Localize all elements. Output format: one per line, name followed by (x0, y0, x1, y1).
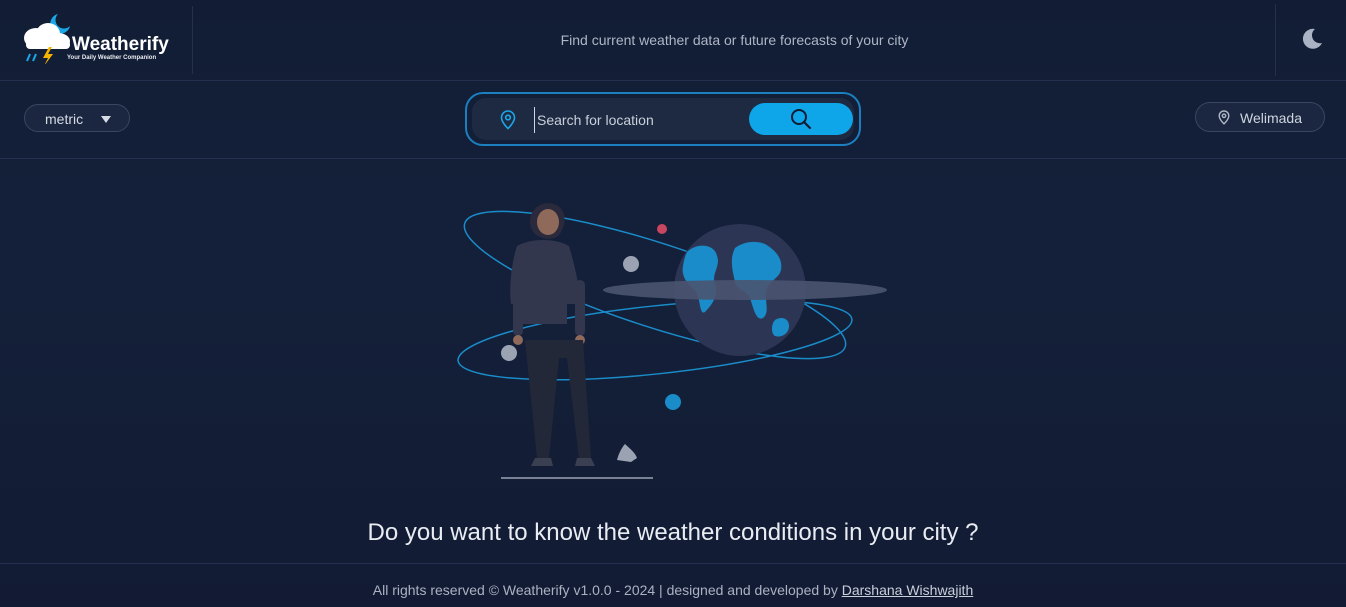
person-globe-illustration (457, 203, 887, 479)
header: Weatherify Your Daily Weather Companion … (0, 0, 1346, 81)
location-pin-icon (1218, 110, 1230, 125)
theme-toggle[interactable] (1275, 4, 1346, 76)
author-link[interactable]: Darshana Wishwajith (842, 582, 974, 598)
header-tagline: Find current weather data or future fore… (560, 32, 909, 48)
logo[interactable]: Weatherify Your Daily Weather Companion (0, 6, 193, 74)
search-input[interactable] (534, 107, 749, 133)
footer-copyright: All rights reserved © Weatherify v1.0.0 … (372, 582, 838, 598)
search-bar (465, 92, 861, 146)
footer-text: All rights reserved © Weatherify v1.0.0 … (0, 582, 1346, 598)
search-field-container (472, 98, 854, 140)
brand-tagline: Your Daily Weather Companion (67, 55, 157, 61)
current-location-button[interactable]: Welimada (1195, 102, 1325, 132)
moon-icon (1302, 28, 1322, 49)
toolbar: metric Welimada (0, 80, 1346, 159)
current-location-label: Welimada (1240, 110, 1302, 126)
unit-select-value: metric (45, 111, 84, 127)
chevron-down-icon (101, 116, 111, 123)
location-pin-icon (500, 110, 516, 130)
footer: All rights reserved © Weatherify v1.0.0 … (0, 563, 1346, 607)
brand-name: Weatherify (72, 34, 169, 55)
unit-select[interactable]: metric (24, 104, 130, 132)
search-icon (791, 109, 812, 130)
search-button[interactable] (749, 103, 853, 135)
main-prompt: Do you want to know the weather conditio… (367, 519, 979, 546)
